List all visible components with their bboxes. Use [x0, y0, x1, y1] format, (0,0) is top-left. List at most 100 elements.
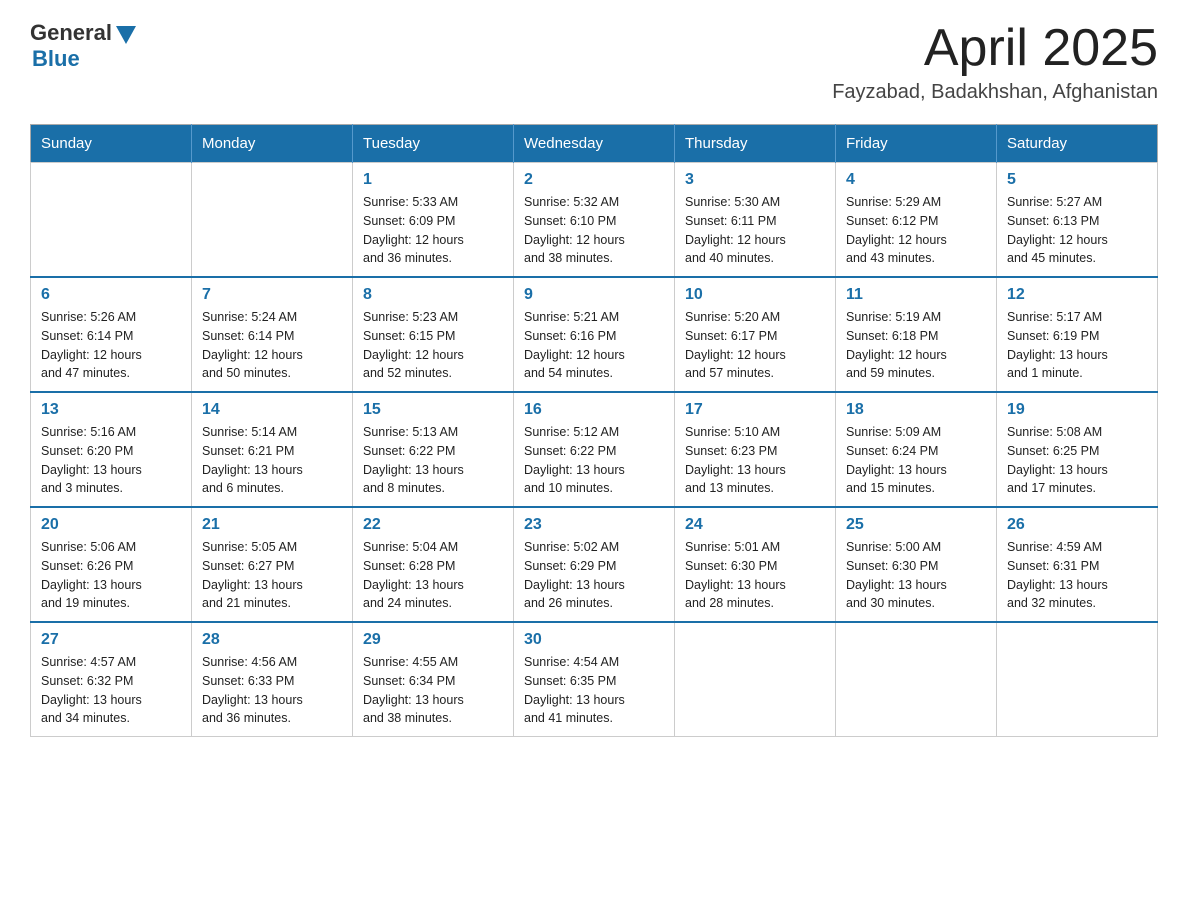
day-number: 26 [1007, 516, 1147, 534]
day-number: 30 [524, 631, 664, 649]
month-title: April 2025 [832, 20, 1158, 77]
calendar-cell: 21 Sunrise: 5:05 AMSunset: 6:27 PMDayligh… [192, 507, 353, 622]
day-info: Sunrise: 4:56 AMSunset: 6:33 PMDaylight:… [202, 653, 342, 728]
location-title: Fayzabad, Badakhshan, Afghanistan [832, 81, 1158, 104]
day-info: Sunrise: 5:06 AMSunset: 6:26 PMDaylight:… [41, 538, 181, 613]
calendar-cell: 9 Sunrise: 5:21 AMSunset: 6:16 PMDaylight… [514, 277, 675, 392]
day-info: Sunrise: 5:10 AMSunset: 6:23 PMDaylight:… [685, 423, 825, 498]
logo-general-text: General [30, 20, 112, 46]
calendar-header-thursday: Thursday [675, 125, 836, 163]
day-number: 24 [685, 516, 825, 534]
day-number: 15 [363, 401, 503, 419]
day-number: 5 [1007, 171, 1147, 189]
day-number: 6 [41, 286, 181, 304]
day-number: 22 [363, 516, 503, 534]
day-info: Sunrise: 4:55 AMSunset: 6:34 PMDaylight:… [363, 653, 503, 728]
day-number: 20 [41, 516, 181, 534]
calendar-cell: 13 Sunrise: 5:16 AMSunset: 6:20 PMDayligh… [31, 392, 192, 507]
day-number: 12 [1007, 286, 1147, 304]
calendar-week-row: 20 Sunrise: 5:06 AMSunset: 6:26 PMDayligh… [31, 507, 1158, 622]
calendar-cell: 3Sunrise: 5:30 AMSunset: 6:11 PMDaylight… [675, 163, 836, 278]
day-number: 11 [846, 286, 986, 304]
calendar-cell: 29 Sunrise: 4:55 AMSunset: 6:34 PMDayligh… [353, 622, 514, 737]
day-info: Sunrise: 5:08 AMSunset: 6:25 PMDaylight:… [1007, 423, 1147, 498]
day-number: 9 [524, 286, 664, 304]
day-number: 4 [846, 171, 986, 189]
day-info: Sunrise: 5:19 AMSunset: 6:18 PMDaylight:… [846, 308, 986, 383]
day-number: 23 [524, 516, 664, 534]
day-info: Sunrise: 5:27 AMSunset: 6:13 PMDaylight:… [1007, 193, 1147, 268]
calendar-cell: 18 Sunrise: 5:09 AMSunset: 6:24 PMDayligh… [836, 392, 997, 507]
calendar-cell: 27Sunrise: 4:57 AMSunset: 6:32 PMDayligh… [31, 622, 192, 737]
calendar-cell [31, 163, 192, 278]
day-number: 16 [524, 401, 664, 419]
day-number: 2 [524, 171, 664, 189]
calendar-cell: 12 Sunrise: 5:17 AMSunset: 6:19 PMDayligh… [997, 277, 1158, 392]
day-info: Sunrise: 5:17 AMSunset: 6:19 PMDaylight:… [1007, 308, 1147, 383]
calendar-cell [997, 622, 1158, 737]
calendar-cell: 8Sunrise: 5:23 AMSunset: 6:15 PMDaylight… [353, 277, 514, 392]
day-number: 18 [846, 401, 986, 419]
calendar-cell [192, 163, 353, 278]
day-number: 14 [202, 401, 342, 419]
day-number: 25 [846, 516, 986, 534]
calendar-week-row: 13 Sunrise: 5:16 AMSunset: 6:20 PMDayligh… [31, 392, 1158, 507]
calendar-cell: 14Sunrise: 5:14 AMSunset: 6:21 PMDayligh… [192, 392, 353, 507]
day-number: 19 [1007, 401, 1147, 419]
day-info: Sunrise: 5:21 AMSunset: 6:16 PMDaylight:… [524, 308, 664, 383]
calendar-cell: 7 Sunrise: 5:24 AMSunset: 6:14 PMDaylight… [192, 277, 353, 392]
day-number: 28 [202, 631, 342, 649]
day-info: Sunrise: 5:12 AMSunset: 6:22 PMDaylight:… [524, 423, 664, 498]
logo-blue-text: Blue [32, 46, 80, 72]
logo: General Blue [30, 20, 136, 72]
day-info: Sunrise: 5:09 AMSunset: 6:24 PMDaylight:… [846, 423, 986, 498]
calendar-cell: 15 Sunrise: 5:13 AMSunset: 6:22 PMDayligh… [353, 392, 514, 507]
day-info: Sunrise: 5:20 AMSunset: 6:17 PMDaylight:… [685, 308, 825, 383]
calendar-cell: 30 Sunrise: 4:54 AMSunset: 6:35 PMDayligh… [514, 622, 675, 737]
calendar-header-tuesday: Tuesday [353, 125, 514, 163]
calendar-cell: 20 Sunrise: 5:06 AMSunset: 6:26 PMDayligh… [31, 507, 192, 622]
day-info: Sunrise: 5:16 AMSunset: 6:20 PMDaylight:… [41, 423, 181, 498]
calendar-week-row: 6Sunrise: 5:26 AMSunset: 6:14 PMDaylight… [31, 277, 1158, 392]
day-info: Sunrise: 5:00 AMSunset: 6:30 PMDaylight:… [846, 538, 986, 613]
title-section: April 2025 Fayzabad, Badakhshan, Afghani… [832, 20, 1158, 104]
calendar-cell: 25 Sunrise: 5:00 AMSunset: 6:30 PMDayligh… [836, 507, 997, 622]
day-info: Sunrise: 5:13 AMSunset: 6:22 PMDaylight:… [363, 423, 503, 498]
day-number: 21 [202, 516, 342, 534]
calendar-cell [836, 622, 997, 737]
calendar-header-monday: Monday [192, 125, 353, 163]
calendar-cell: 23 Sunrise: 5:02 AMSunset: 6:29 PMDayligh… [514, 507, 675, 622]
calendar-week-row: 27Sunrise: 4:57 AMSunset: 6:32 PMDayligh… [31, 622, 1158, 737]
calendar-cell: 2 Sunrise: 5:32 AMSunset: 6:10 PMDaylight… [514, 163, 675, 278]
day-number: 29 [363, 631, 503, 649]
day-number: 13 [41, 401, 181, 419]
day-info: Sunrise: 4:54 AMSunset: 6:35 PMDaylight:… [524, 653, 664, 728]
day-info: Sunrise: 5:02 AMSunset: 6:29 PMDaylight:… [524, 538, 664, 613]
day-number: 7 [202, 286, 342, 304]
calendar-cell: 16 Sunrise: 5:12 AMSunset: 6:22 PMDayligh… [514, 392, 675, 507]
day-number: 27 [41, 631, 181, 649]
day-number: 10 [685, 286, 825, 304]
calendar-week-row: 1 Sunrise: 5:33 AMSunset: 6:09 PMDaylight… [31, 163, 1158, 278]
day-info: Sunrise: 5:05 AMSunset: 6:27 PMDaylight:… [202, 538, 342, 613]
calendar-table: SundayMondayTuesdayWednesdayThursdayFrid… [30, 124, 1158, 737]
calendar-cell: 11 Sunrise: 5:19 AMSunset: 6:18 PMDayligh… [836, 277, 997, 392]
calendar-header-friday: Friday [836, 125, 997, 163]
day-info: Sunrise: 5:24 AMSunset: 6:14 PMDaylight:… [202, 308, 342, 383]
calendar-cell: 19 Sunrise: 5:08 AMSunset: 6:25 PMDayligh… [997, 392, 1158, 507]
calendar-cell: 22 Sunrise: 5:04 AMSunset: 6:28 PMDayligh… [353, 507, 514, 622]
calendar-cell: 17Sunrise: 5:10 AMSunset: 6:23 PMDayligh… [675, 392, 836, 507]
calendar-cell: 6Sunrise: 5:26 AMSunset: 6:14 PMDaylight… [31, 277, 192, 392]
logo-triangle-icon [116, 26, 136, 44]
day-info: Sunrise: 5:04 AMSunset: 6:28 PMDaylight:… [363, 538, 503, 613]
day-info: Sunrise: 5:32 AMSunset: 6:10 PMDaylight:… [524, 193, 664, 268]
calendar-cell: 1 Sunrise: 5:33 AMSunset: 6:09 PMDaylight… [353, 163, 514, 278]
calendar-header-row: SundayMondayTuesdayWednesdayThursdayFrid… [31, 125, 1158, 163]
day-info: Sunrise: 5:30 AMSunset: 6:11 PMDaylight:… [685, 193, 825, 268]
calendar-cell [675, 622, 836, 737]
calendar-cell: 4Sunrise: 5:29 AMSunset: 6:12 PMDaylight… [836, 163, 997, 278]
calendar-header-wednesday: Wednesday [514, 125, 675, 163]
calendar-header-saturday: Saturday [997, 125, 1158, 163]
day-number: 1 [363, 171, 503, 189]
day-info: Sunrise: 5:33 AMSunset: 6:09 PMDaylight:… [363, 193, 503, 268]
